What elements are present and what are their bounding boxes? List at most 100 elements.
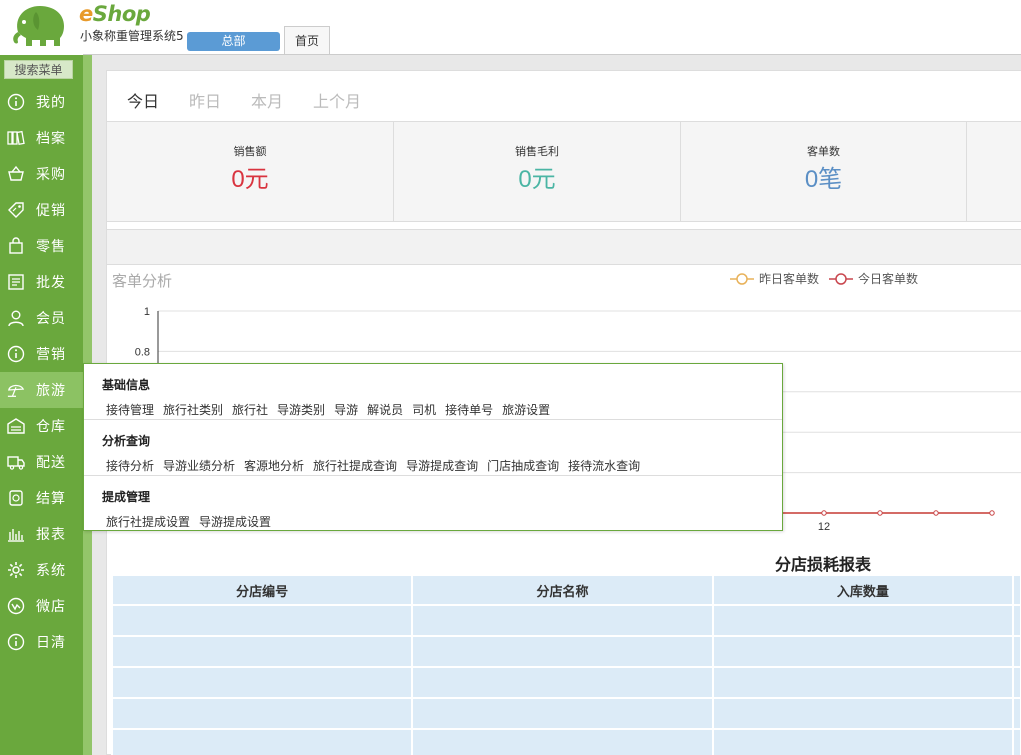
- x-tick-label: 12: [818, 521, 830, 533]
- sidebar-item[interactable]: 旅游: [0, 372, 83, 408]
- popup-menu-link[interactable]: 接待分析: [106, 457, 154, 474]
- chart-toolbar: [107, 229, 1021, 265]
- tab-today[interactable]: 今日: [127, 88, 159, 112]
- sidebar-item[interactable]: 系统: [0, 552, 83, 588]
- popup-menu-link[interactable]: 旅行社类别: [163, 401, 223, 418]
- popup-heading-commission: 提成管理: [102, 490, 151, 504]
- sidebar-item-label: 会员: [36, 311, 66, 327]
- sidebar-item[interactable]: 微店: [0, 588, 83, 624]
- files-icon: [7, 129, 25, 147]
- table-cell: [110, 666, 414, 699]
- legend-today[interactable]: 今日客单数: [829, 270, 918, 287]
- series-point: [821, 510, 827, 516]
- sidebar-item[interactable]: 促销: [0, 192, 83, 228]
- popup-section-analysis: 分析查询 接待分析 导游业绩分析 客源地分析 旅行社提成查询 导游提成查询 门店抽成查询接…: [84, 420, 782, 476]
- table-row[interactable]: [110, 604, 1021, 637]
- table-row[interactable]: [110, 697, 1021, 730]
- tab-this-month[interactable]: 本月: [251, 88, 283, 112]
- sidebar-item-label: 日清: [36, 635, 66, 651]
- table-cell: [1011, 666, 1021, 699]
- popup-menu-link[interactable]: 接待流水查询: [568, 457, 640, 474]
- column-header-branch-name[interactable]: 分店名称: [411, 574, 714, 606]
- table-row[interactable]: [110, 635, 1021, 668]
- popup-menu-link[interactable]: 导游业绩分析: [163, 457, 235, 474]
- column-header-inbound-qty[interactable]: 入库数量: [711, 574, 1014, 606]
- sidebar-item[interactable]: 会员: [0, 300, 83, 336]
- branch-button[interactable]: 总部: [187, 32, 280, 51]
- sidebar-item-label: 结算: [36, 491, 66, 507]
- table-row[interactable]: [110, 666, 1021, 699]
- table-cell: [1011, 604, 1021, 637]
- user-icon: [7, 309, 25, 327]
- legend-today-marker-icon: [829, 272, 853, 285]
- sidebar-item-label: 零售: [36, 239, 66, 255]
- bag-icon: [7, 237, 25, 255]
- truck-icon: [7, 453, 25, 471]
- sidebar-item[interactable]: 仓库: [0, 408, 83, 444]
- info-icon: [7, 345, 25, 363]
- popup-menu-link[interactable]: 旅行社提成查询: [313, 457, 397, 474]
- bar-chart-icon: [7, 525, 25, 543]
- tab-yesterday[interactable]: 昨日: [189, 88, 221, 112]
- popup-menu-link[interactable]: 旅游设置: [502, 401, 550, 418]
- stat-orders: 客单数 0笔: [681, 122, 967, 222]
- sidebar-item[interactable]: 采购: [0, 156, 83, 192]
- popup-menu-link[interactable]: 解说员: [367, 401, 403, 418]
- table-cell: [110, 728, 414, 755]
- sidebar-item[interactable]: 档案: [0, 120, 83, 156]
- popup-menu-link[interactable]: 司机: [412, 401, 436, 418]
- sidebar-item-label: 系统: [36, 563, 66, 579]
- sidebar-item-label: 营销: [36, 347, 66, 363]
- series-point: [877, 510, 883, 516]
- popup-links-analysis: 接待分析 导游业绩分析 客源地分析 旅行社提成查询 导游提成查询 门店抽成查询 接待流水查询: [106, 457, 649, 474]
- popup-links-commission: 旅行社提成设置 导游提成设置: [106, 513, 280, 530]
- sidebar-item[interactable]: 结算: [0, 480, 83, 516]
- table-cell: [411, 728, 714, 755]
- popup-menu-link[interactable]: 导游类别: [277, 401, 325, 418]
- table-cell: [110, 604, 414, 637]
- legend-yesterday[interactable]: 昨日客单数: [730, 270, 819, 287]
- sidebar-item[interactable]: 批发: [0, 264, 83, 300]
- popup-section-commission: 提成管理 旅行社提成设置 导游提成设置: [84, 476, 782, 531]
- popup-menu-link[interactable]: 导游: [334, 401, 358, 418]
- sidebar-item[interactable]: 配送: [0, 444, 83, 480]
- tag-icon: [7, 201, 25, 219]
- stat-gross-profit-value: 0元: [518, 166, 556, 193]
- settle-icon: [7, 489, 25, 507]
- stat-sales: 销售额 0元: [107, 122, 394, 222]
- sidebar-item[interactable]: 零售: [0, 228, 83, 264]
- tab-last-month[interactable]: 上个月: [313, 88, 361, 112]
- legend-yesterday-label: 昨日客单数: [759, 272, 820, 286]
- column-header-branch-id[interactable]: 分店编号: [110, 574, 414, 606]
- search-menu-button[interactable]: 搜索菜单: [4, 60, 73, 79]
- popup-menu-link[interactable]: 接待管理: [106, 401, 154, 418]
- popup-menu-link[interactable]: 导游提成查询: [406, 457, 478, 474]
- report-table: 分店编号 分店名称 入库数量: [110, 574, 1021, 755]
- brand-logo-text: eShop: [79, 2, 151, 26]
- stat-orders-value: 0笔: [804, 166, 843, 193]
- popup-section-basic: 基础信息 接待管理 旅行社类别 旅行社 导游类别 导游 解说员 司机 接待单号 旅游设置: [84, 364, 782, 420]
- basket-icon: [7, 165, 25, 183]
- table-cell: [711, 635, 1014, 668]
- popup-menu-link[interactable]: 旅行社提成设置: [106, 513, 190, 530]
- gear-icon: [7, 561, 25, 579]
- sidebar-item[interactable]: 我的: [0, 84, 83, 120]
- popup-menu-link[interactable]: 门店抽成查询: [487, 457, 559, 474]
- series-point: [989, 510, 995, 516]
- y-tick-label: 0.8: [135, 346, 150, 358]
- table-row[interactable]: [110, 728, 1021, 755]
- popup-heading-basic: 基础信息: [102, 378, 151, 392]
- sidebar-item[interactable]: 报表: [0, 516, 83, 552]
- info-icon: [7, 93, 25, 111]
- popup-menu-link[interactable]: 客源地分析: [244, 457, 304, 474]
- sidebar-item-label: 我的: [36, 95, 66, 111]
- chart-title: 客单分析: [112, 272, 173, 290]
- umbrella-icon: [7, 381, 25, 399]
- sidebar-item[interactable]: 营销: [0, 336, 83, 372]
- sidebar-item[interactable]: 日清: [0, 624, 83, 660]
- tab-home[interactable]: 首页: [284, 26, 330, 55]
- shop-icon: [7, 597, 25, 615]
- popup-menu-link[interactable]: 接待单号: [445, 401, 493, 418]
- popup-menu-link[interactable]: 旅行社: [232, 401, 268, 418]
- popup-menu-link[interactable]: 导游提成设置: [199, 513, 271, 530]
